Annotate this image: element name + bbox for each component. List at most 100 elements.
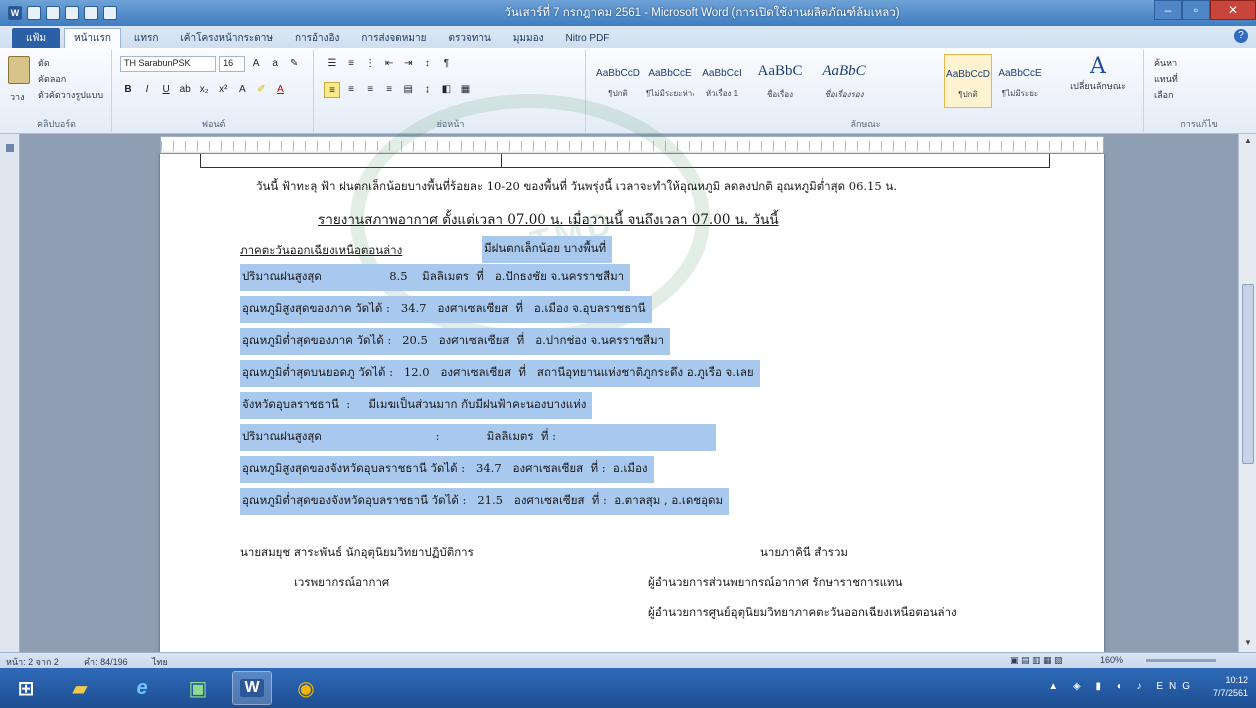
taskbar-ie[interactable]: e bbox=[122, 671, 162, 705]
horizontal-ruler[interactable] bbox=[160, 136, 1104, 154]
province-heading-row: จังหวัดอุบลราชธานี : มีเมฆเป็นส่วนมาก กั… bbox=[240, 392, 593, 419]
font-size-box[interactable]: 16 bbox=[219, 56, 246, 72]
signatory-right-role-1: ผู้อำนวยการส่วนพยากรณ์อากาศ รักษาราชการแ… bbox=[648, 575, 903, 589]
tab-file[interactable]: แฟ้ม bbox=[12, 28, 60, 48]
align-left-icon[interactable]: ≡ bbox=[324, 82, 340, 98]
show-marks-icon[interactable]: ¶ bbox=[438, 56, 454, 72]
style-normal-2[interactable]: AaBbCcD ¶ปกติ bbox=[944, 54, 992, 108]
table-bottom-edge bbox=[200, 154, 1050, 168]
style-no-spacing-2[interactable]: AaBbCcE ¶ไม่มีระยะ bbox=[996, 54, 1044, 108]
bullets-icon[interactable]: ☰ bbox=[324, 56, 340, 72]
taskbar-chrome[interactable]: ◉ bbox=[286, 671, 326, 705]
scroll-up-icon[interactable]: ▲ bbox=[1242, 136, 1254, 148]
change-styles-button[interactable]: A เปลี่ยนลักษณะ bbox=[1058, 54, 1138, 93]
status-bar: หน้า: 2 จาก 2 คำ: 84/196 ไทย ▣ ▤ ▥ ▦ ▧ 1… bbox=[0, 652, 1256, 668]
bold-icon[interactable]: B bbox=[120, 82, 136, 98]
close-button[interactable]: ✕ bbox=[1210, 0, 1256, 20]
taskbar-word[interactable]: W bbox=[232, 671, 272, 705]
underline-icon[interactable]: U bbox=[158, 82, 174, 98]
tab-mailings[interactable]: การส่งจดหมาย bbox=[352, 28, 435, 48]
find-button[interactable]: ค้นหา bbox=[1154, 56, 1177, 70]
style-heading-1[interactable]: AaBbCcI หัวเรื่อง 1 bbox=[698, 54, 746, 108]
style-normal-1[interactable]: AaBbCcD ¶ปกติ bbox=[594, 54, 642, 108]
borders-icon[interactable]: ▦ bbox=[457, 82, 473, 98]
maximize-button[interactable]: ▫ bbox=[1182, 0, 1210, 20]
styles-group: AaBbCcD ¶ปกติ AaBbCcE ¶ไม่มีระยะห่าง AaB… bbox=[588, 50, 1144, 132]
align-right-icon[interactable]: ≡ bbox=[362, 82, 378, 98]
subscript-icon[interactable]: x₂ bbox=[196, 82, 212, 98]
copy-button[interactable]: คัดลอก bbox=[38, 72, 66, 86]
increase-indent-icon[interactable]: ⇥ bbox=[400, 56, 416, 72]
numbering-icon[interactable]: ≡ bbox=[343, 56, 359, 72]
tab-review[interactable]: ตรวจทาน bbox=[439, 28, 499, 48]
justify-icon[interactable]: ≡ bbox=[381, 82, 397, 98]
sort-icon[interactable]: ↕ bbox=[419, 56, 435, 72]
taskbar-app[interactable]: ▣ bbox=[178, 671, 218, 705]
select-button[interactable]: เลือก bbox=[1154, 88, 1173, 102]
internet-explorer-icon: e bbox=[136, 676, 148, 699]
replace-button[interactable]: แทนที่ bbox=[1154, 72, 1178, 86]
align-center-icon[interactable]: ≡ bbox=[343, 82, 359, 98]
decrease-indent-icon[interactable]: ⇤ bbox=[381, 56, 397, 72]
table-row: อุณหภูมิต่ำสุดบนยอดภู วัดได้ : 12.0 องศา… bbox=[240, 360, 760, 387]
undo-icon[interactable] bbox=[46, 6, 60, 20]
vertical-ruler bbox=[0, 134, 20, 652]
superscript-icon[interactable]: x² bbox=[215, 82, 231, 98]
highlight-icon[interactable]: ✐ bbox=[253, 82, 269, 98]
change-styles-icon: A bbox=[1090, 54, 1106, 79]
paste-button[interactable]: วาง bbox=[10, 90, 25, 104]
clock-date: 7/7/2561 bbox=[1212, 688, 1248, 698]
help-icon[interactable]: ? bbox=[1234, 29, 1248, 43]
style-no-spacing-1[interactable]: AaBbCcE ¶ไม่มีระยะห่าง bbox=[646, 54, 694, 108]
language-indicator[interactable]: ไทย bbox=[152, 655, 168, 669]
tab-home[interactable]: หน้าแรก bbox=[64, 28, 121, 48]
format-painter-button[interactable]: ตัวคัดวางรูปแบบ bbox=[38, 88, 103, 102]
document-page[interactable]: TMD วันนี้ ฟ้าทะลุ ฟ้า ฝนตกเล็กน้อยบางพื… bbox=[160, 94, 1104, 652]
tab-view[interactable]: มุมมอง bbox=[504, 28, 553, 48]
word-app-icon[interactable]: W bbox=[8, 6, 22, 20]
vertical-scrollbar[interactable]: ▲ ▼ bbox=[1238, 134, 1256, 652]
multilevel-list-icon[interactable]: ⋮ bbox=[362, 56, 378, 72]
cut-button[interactable]: ตัด bbox=[38, 56, 50, 70]
signatory-left-role: เวรพยากรณ์อากาศ bbox=[294, 575, 390, 589]
paste-icon[interactable] bbox=[8, 56, 30, 84]
page-count[interactable]: หน้า: 2 จาก 2 bbox=[6, 655, 59, 669]
tab-references[interactable]: การอ้างอิง bbox=[286, 28, 348, 48]
style-title[interactable]: AaBbC ชื่อเรื่อง bbox=[750, 54, 810, 108]
scroll-down-icon[interactable]: ▼ bbox=[1242, 638, 1254, 650]
font-name-box[interactable]: TH SarabunPSK bbox=[120, 56, 216, 72]
ruler-toggle-icon[interactable] bbox=[6, 144, 14, 152]
redo-icon[interactable] bbox=[65, 6, 79, 20]
table-row: ปริมาณฝนสูงสุด 8.5 มิลลิเมตร ที่ อ.ปักธง… bbox=[240, 264, 631, 291]
thai-distribute-icon[interactable]: ▤ bbox=[400, 82, 416, 98]
print-preview-icon[interactable] bbox=[84, 6, 98, 20]
font-group-label: ฟอนต์ bbox=[201, 119, 226, 129]
clear-format-icon[interactable]: ✎ bbox=[286, 56, 302, 72]
system-tray-icons[interactable]: ▲ ◈ ▮ ◖ ♪ ENG bbox=[1048, 681, 1196, 692]
clock[interactable]: 10:12 7/7/2561 bbox=[1213, 674, 1248, 700]
strikethrough-icon[interactable]: ab bbox=[177, 82, 193, 98]
text-effects-icon[interactable]: A bbox=[234, 82, 250, 98]
zoom-slider[interactable] bbox=[1146, 659, 1216, 662]
taskbar-explorer[interactable]: ▰ bbox=[60, 671, 100, 705]
tab-page-layout[interactable]: เค้าโครงหน้ากระดาษ bbox=[171, 28, 282, 48]
grow-font-icon[interactable]: A bbox=[248, 56, 264, 72]
word-count[interactable]: คำ: 84/196 bbox=[84, 655, 128, 669]
shading-icon[interactable]: ◧ bbox=[438, 82, 454, 98]
italic-icon[interactable]: I bbox=[139, 82, 155, 98]
save-icon[interactable] bbox=[27, 6, 41, 20]
minimize-button[interactable]: – bbox=[1154, 0, 1182, 20]
customize-toolbar-icon[interactable] bbox=[103, 6, 117, 20]
font-group: TH SarabunPSK 16 A a ✎ B I U ab x₂ x² A … bbox=[114, 50, 314, 132]
line-spacing-icon[interactable]: ↨ bbox=[419, 82, 435, 98]
start-button[interactable]: ⊞ bbox=[6, 671, 46, 705]
style-subtitle[interactable]: AaBbC ชื่อเรื่องรอง bbox=[814, 54, 874, 108]
font-color-icon[interactable]: A bbox=[273, 82, 289, 98]
scroll-thumb[interactable] bbox=[1242, 284, 1254, 464]
tab-nitro-pdf[interactable]: Nitro PDF bbox=[557, 28, 619, 48]
shrink-font-icon[interactable]: a bbox=[267, 56, 283, 72]
clock-time: 10:12 bbox=[1225, 675, 1248, 685]
tab-insert[interactable]: แทรก bbox=[125, 28, 167, 48]
zoom-level[interactable]: 160% bbox=[1100, 655, 1123, 665]
view-buttons[interactable]: ▣ ▤ ▥ ▦ ▧ bbox=[1010, 655, 1063, 666]
